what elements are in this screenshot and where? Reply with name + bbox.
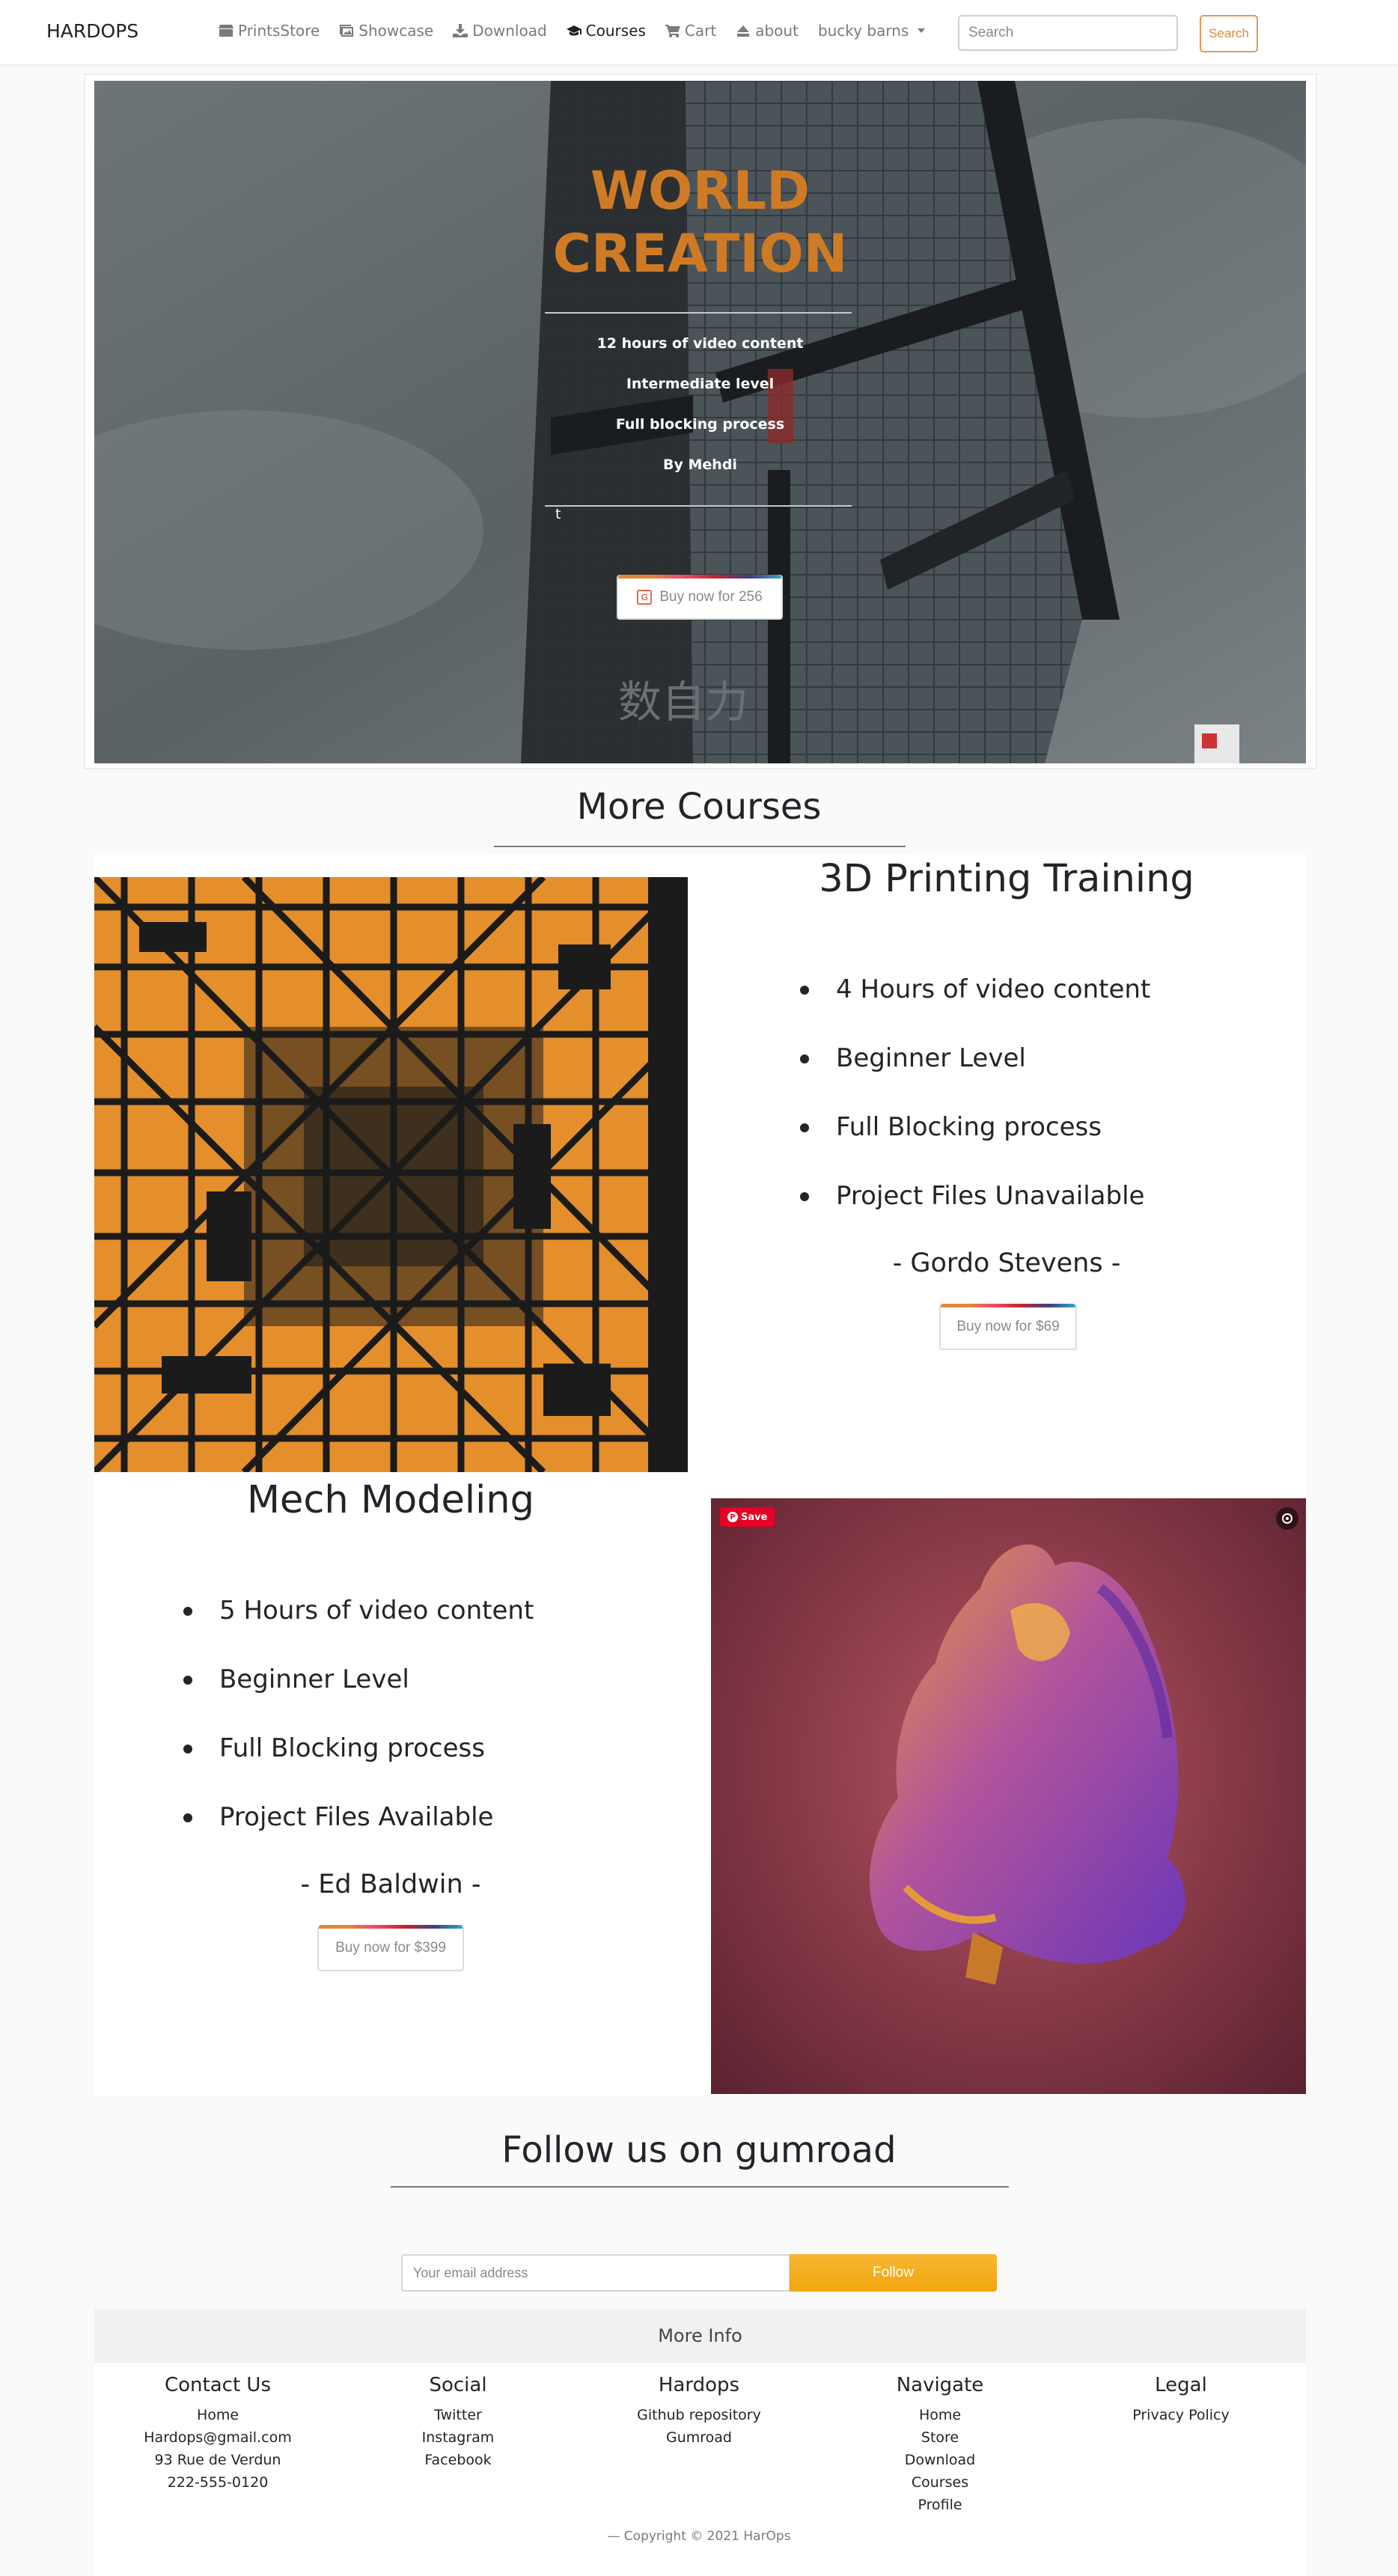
abstract-pattern-image <box>94 877 688 1472</box>
hero-detail-author: By Mehdi <box>663 457 737 473</box>
footer-link-home[interactable]: Home <box>820 2404 1060 2426</box>
buy-button-mech-modeling[interactable]: Buy now for $399 <box>317 1925 464 1971</box>
footer-column-legal: Legal Privacy Policy <box>1061 2374 1301 2426</box>
images-icon <box>340 25 354 37</box>
nav-item-courses[interactable]: Courses <box>566 22 646 40</box>
footer-email[interactable]: Hardops@gmail.com <box>98 2426 338 2449</box>
hero-extra-text: t <box>555 506 561 522</box>
caret-down-icon <box>918 28 926 33</box>
nav-item-cart[interactable]: Cart <box>665 22 716 40</box>
follow-button[interactable]: Follow <box>790 2254 997 2292</box>
list-item: Beginner Level <box>800 1043 1150 1112</box>
footer-column-hardops: Hardops Github repository Gumroad <box>579 2374 819 2449</box>
list-item: 5 Hours of video content <box>183 1596 534 1664</box>
course-bullets-3d-printing: 4 Hours of video content Beginner Level … <box>800 974 1150 1250</box>
hero-detail-hours: 12 hours of video content <box>596 335 804 352</box>
email-field[interactable] <box>401 2254 790 2292</box>
list-item: Full Blocking process <box>183 1733 534 1802</box>
footer-link-home[interactable]: Home <box>98 2404 338 2426</box>
footer-heading: Contact Us <box>165 2374 271 2396</box>
footer-column-contact: Contact Us Home Hardops@gmail.com 93 Rue… <box>98 2374 338 2494</box>
footer-link-download[interactable]: Download <box>820 2449 1060 2471</box>
footer-link-facebook[interactable]: Facebook <box>338 2449 578 2471</box>
footer-column-navigate: Navigate Home Store Download Courses Pro… <box>820 2374 1060 2516</box>
hero-detail-process: Full blocking process <box>615 416 785 433</box>
nav-item-download[interactable]: Download <box>453 22 547 40</box>
nav-item-about[interactable]: about <box>736 22 799 40</box>
hero-divider-top <box>545 312 852 314</box>
nav-item-showcase[interactable]: Showcase <box>339 22 433 40</box>
list-item: Project Files Available <box>183 1802 534 1871</box>
footer-link-instagram[interactable]: Instagram <box>338 2426 578 2449</box>
hero-buy-button[interactable]: G Buy now for 256 <box>617 575 783 620</box>
list-item: Full Blocking process <box>800 1112 1150 1181</box>
main-nav: PrintsStore Showcase Download Courses Ca… <box>219 22 926 40</box>
hero-detail-level: Intermediate level <box>626 376 775 392</box>
eject-icon <box>737 25 750 37</box>
course-image-pattern <box>94 877 688 1472</box>
cart-icon <box>665 25 680 37</box>
user-menu-dropdown[interactable]: bucky barns <box>818 22 926 40</box>
store-icon <box>219 25 233 37</box>
course-author-mech-modeling: - Ed Baldwin - <box>300 1870 481 1899</box>
footer-link-twitter[interactable]: Twitter <box>338 2404 578 2426</box>
graduation-cap-icon <box>566 25 582 36</box>
footer-title: More Info <box>94 2309 1306 2363</box>
follow-heading: Follow us on gumroad <box>501 2129 897 2171</box>
list-item: Project Files Unavailable <box>800 1181 1150 1250</box>
download-icon <box>453 24 468 37</box>
footer-heading: Legal <box>1155 2374 1207 2396</box>
building-sign-text: 数自力 <box>618 677 748 727</box>
course-image-horse-head: P Save <box>711 1498 1306 2094</box>
buy-button-3d-printing[interactable]: Buy now for $69 <box>939 1304 1077 1350</box>
copyright: — Copyright © 2021 HarOps <box>607 2529 791 2544</box>
course-author-3d-printing: - Gordo Stevens - <box>892 1248 1121 1278</box>
more-courses-heading: More Courses <box>576 786 822 828</box>
course-title-mech-modeling: Mech Modeling <box>247 1478 534 1522</box>
footer-link-store[interactable]: Store <box>820 2426 1060 2449</box>
pinterest-save-button[interactable]: P Save <box>720 1507 775 1527</box>
gumroad-icon: G <box>637 590 653 605</box>
search-input[interactable] <box>958 15 1178 51</box>
follow-divider <box>391 2186 1009 2188</box>
footer-link-courses[interactable]: Courses <box>820 2471 1060 2494</box>
footer-link-privacy[interactable]: Privacy Policy <box>1061 2404 1301 2426</box>
hero-banner: 数自力 WORLD CREATION 12 hours of video con… <box>94 81 1306 763</box>
footer-phone: 222-555-0120 <box>167 2474 269 2491</box>
search-button[interactable]: Search <box>1200 15 1258 52</box>
more-courses-divider <box>494 846 906 847</box>
course-bullets-mech-modeling: 5 Hours of video content Beginner Level … <box>183 1596 534 1871</box>
footer-column-social: Social Twitter Instagram Facebook <box>338 2374 578 2471</box>
footer-link-gumroad[interactable]: Gumroad <box>579 2426 819 2449</box>
footer-link-profile[interactable]: Profile <box>820 2494 1060 2516</box>
navbar: HARDOPS PrintsStore Showcase Download Co… <box>0 0 1398 66</box>
footer-address: 93 Rue de Verdun <box>154 2452 281 2468</box>
footer-link-github[interactable]: Github repository <box>579 2404 819 2426</box>
course-title-3d-printing: 3D Printing Training <box>819 857 1194 901</box>
list-item: 4 Hours of video content <box>800 974 1150 1043</box>
nav-item-printsstore[interactable]: PrintsStore <box>219 22 320 40</box>
visual-search-icon[interactable] <box>1276 1507 1298 1530</box>
horse-head-sculpture-image <box>869 1544 1185 1985</box>
hero-divider-bottom <box>545 505 852 507</box>
hero-title: WORLD CREATION <box>552 160 848 284</box>
brand-logo[interactable]: HARDOPS <box>46 20 138 42</box>
list-item: Beginner Level <box>183 1664 534 1733</box>
footer-heading: Hardops <box>658 2374 740 2396</box>
footer-heading: Social <box>429 2374 487 2396</box>
pinterest-icon: P <box>727 1512 738 1522</box>
footer-heading: Navigate <box>896 2374 984 2396</box>
